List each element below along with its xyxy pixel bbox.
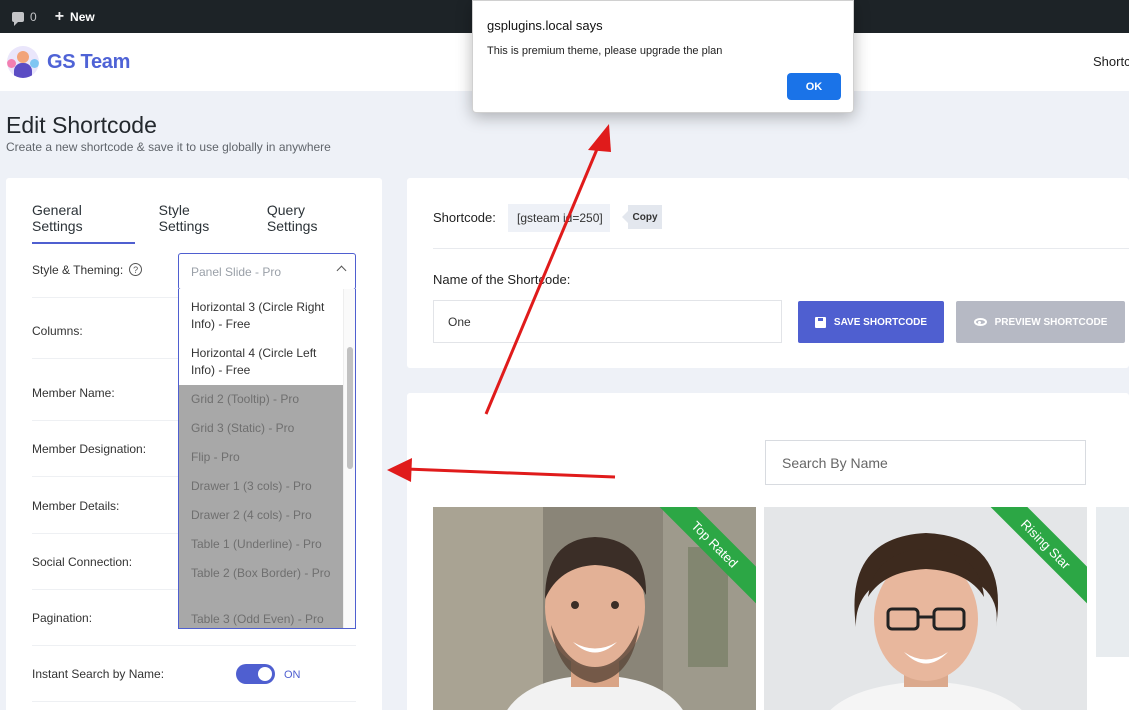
new-content-link[interactable]: + New	[54, 7, 95, 25]
shortcode-name-label: Name of the Shortcode:	[433, 272, 571, 287]
dropdown-option-pro[interactable]: Drawer 2 (4 cols) - Pro	[179, 507, 343, 524]
pagination-label: Pagination:	[32, 610, 93, 625]
instant-search-label: Instant Search by Name:	[32, 666, 165, 681]
member-designation-label: Member Designation:	[32, 441, 147, 456]
shortcode-label: Shortcode:	[433, 210, 496, 225]
style-theming-label: Style & Theming:	[32, 262, 124, 277]
search-by-name-input[interactable]: Search By Name	[765, 440, 1086, 485]
alert-message: This is premium theme, please upgrade th…	[487, 45, 723, 57]
team-logo-icon	[7, 46, 39, 78]
preview-shortcode-button[interactable]: PREVIEW SHORTCODE	[956, 301, 1125, 343]
tab-style-settings[interactable]: Style Settings	[159, 202, 243, 244]
social-connection-label: Social Connection:	[32, 554, 133, 569]
shortcodes-nav-link[interactable]: Shortcodes	[1093, 54, 1129, 69]
instant-search-toggle[interactable]	[236, 664, 275, 684]
shortcode-panel: Shortcode: [gsteam id=250] Copy Name of …	[407, 178, 1129, 368]
shortcode-name-value: One	[448, 314, 471, 329]
member-details-label: Member Details:	[32, 498, 120, 513]
team-member-card[interactable]: Top Rated	[433, 507, 756, 710]
copy-button[interactable]: Copy	[622, 205, 662, 229]
alert-title: gsplugins.local says	[487, 18, 603, 33]
settings-tabs: General Settings Style Settings Query Se…	[32, 202, 382, 244]
dropdown-scroll-thumb[interactable]	[347, 347, 353, 469]
team-member-card[interactable]: Rising Star	[764, 507, 1087, 710]
alert-dialog: gsplugins.local says This is premium the…	[472, 0, 854, 113]
page-subtitle: Create a new shortcode & save it to use …	[6, 140, 331, 154]
comments-link[interactable]: 0	[12, 9, 37, 26]
divider	[433, 248, 1129, 249]
theme-dropdown-list: Horizontal 3 (Circle Right Info) - Free …	[178, 289, 356, 629]
chevron-up-icon	[336, 265, 347, 276]
new-label: New	[70, 9, 95, 24]
member-name-label: Member Name:	[32, 385, 115, 400]
preview-panel: Search By Name Top Rated Rising Star	[407, 393, 1129, 710]
tab-general-settings[interactable]: General Settings	[32, 202, 135, 244]
save-shortcode-button[interactable]: SAVE SHORTCODE	[798, 301, 944, 343]
dropdown-option-pro[interactable]: Table 2 (Box Border) - Pro	[179, 565, 343, 582]
save-button-label: SAVE SHORTCODE	[833, 316, 928, 328]
dropdown-option[interactable]: Horizontal 4 (Circle Left Info) - Free	[179, 345, 343, 379]
shortcode-value: [gsteam id=250]	[508, 204, 610, 232]
tab-query-settings[interactable]: Query Settings	[267, 202, 358, 244]
dropdown-option[interactable]: Horizontal 3 (Circle Right Info) - Free	[179, 299, 343, 333]
style-theming-select[interactable]: Panel Slide - Pro	[178, 253, 356, 290]
comments-count: 0	[30, 9, 37, 24]
help-icon[interactable]: ?	[129, 263, 143, 276]
selected-theme: Panel Slide - Pro	[191, 264, 282, 279]
dropdown-option-pro[interactable]: Drawer 1 (3 cols) - Pro	[179, 478, 343, 495]
plus-icon: +	[54, 7, 65, 25]
search-placeholder: Search By Name	[782, 454, 888, 471]
alert-ok-button[interactable]: OK	[787, 73, 841, 100]
columns-label: Columns:	[32, 323, 83, 338]
page-title: Edit Shortcode	[6, 112, 157, 138]
arrow-head-up-icon	[588, 124, 611, 152]
team-member-card-partial[interactable]	[1096, 507, 1129, 657]
dropdown-option-pro[interactable]: Flip - Pro	[179, 449, 343, 466]
dropdown-option-pro[interactable]: Table 1 (Underline) - Pro	[179, 536, 343, 553]
eye-icon	[973, 318, 987, 326]
logo-text: GS Team	[47, 50, 131, 73]
instant-search-row: Instant Search by Name:	[32, 646, 356, 702]
dropdown-option-pro[interactable]: Grid 3 (Static) - Pro	[179, 420, 343, 437]
save-icon	[814, 316, 826, 328]
dropdown-option-pro[interactable]: Table 3 (Odd Even) - Pro	[179, 611, 343, 628]
settings-panel: General Settings Style Settings Query Se…	[6, 178, 382, 710]
preview-button-label: PREVIEW SHORTCODE	[994, 316, 1108, 328]
dropdown-option-pro[interactable]: Grid 2 (Tooltip) - Pro	[179, 391, 343, 408]
gs-team-logo[interactable]: GS Team	[7, 46, 130, 78]
toggle-knob	[258, 667, 272, 681]
comment-icon	[12, 11, 24, 26]
toggle-state-label: ON	[284, 669, 301, 681]
shortcode-name-input[interactable]: One	[433, 300, 782, 343]
